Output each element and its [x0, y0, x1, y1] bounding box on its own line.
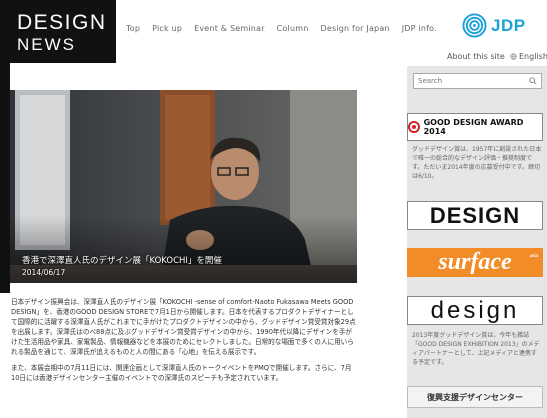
- nav-item-pick-up[interactable]: Pick up: [152, 24, 182, 33]
- language-label: English: [519, 52, 547, 61]
- nav-item-event-seminar[interactable]: Event & Seminar: [194, 24, 265, 33]
- g-mark-icon: [408, 121, 420, 133]
- surface-asia-banner[interactable]: surface asia: [407, 248, 543, 277]
- article-body: 日本デザイン振興会は、深澤直人氏のデザイン展「KOKOCHI -sense of…: [11, 297, 356, 389]
- gda-description: グッドデザイン賞は、1957年に創設された日本で唯一の総合的なデザイン評価・推奨…: [412, 146, 542, 180]
- nav-item-jdp-info[interactable]: JDP info.: [402, 24, 437, 33]
- gda-banner-label: GOOD DESIGN AWARD 2014: [423, 118, 524, 136]
- surface-banner-label: surface: [438, 249, 512, 275]
- fukko-banner-label: 復興支援デザインセンター: [427, 392, 523, 402]
- language-switch[interactable]: English: [510, 52, 547, 61]
- search-icon[interactable]: [529, 77, 537, 85]
- design-magazine-banner[interactable]: DESIGN: [407, 201, 543, 230]
- good-design-award-banner[interactable]: GOOD DESIGN AWARD 2014: [407, 113, 543, 141]
- jdp-logo-text: JDP: [491, 15, 526, 35]
- top-navigation: Top Pick up Event & Seminar Column Desig…: [126, 24, 437, 33]
- article-paragraph: また、本展会期中の7月11日には、関連企画として深澤直人氏のトークイベントをPM…: [11, 364, 352, 382]
- surface-tag: asia: [529, 254, 538, 259]
- about-this-site-link[interactable]: About this site: [447, 52, 505, 61]
- site-logo[interactable]: DESIGN NEWS: [0, 0, 116, 63]
- reconstruction-support-banner[interactable]: 復興支援デザインセンター: [407, 386, 543, 408]
- left-accent-strip: [0, 63, 10, 293]
- jdp-logo[interactable]: JDP: [462, 13, 526, 38]
- nav-item-column[interactable]: Column: [277, 24, 309, 33]
- article-paragraph: 日本デザイン振興会は、深澤直人氏のデザイン展「KOKOCHI -sense of…: [11, 298, 356, 356]
- nav-item-top[interactable]: Top: [126, 24, 140, 33]
- search-box: [413, 73, 542, 89]
- design2-banner-label: design: [430, 296, 520, 324]
- design-media-banner[interactable]: design: [407, 296, 543, 325]
- jdp-spiral-icon: [462, 13, 487, 38]
- design-banner-label: DESIGN: [429, 202, 521, 228]
- logo-title-line2: NEWS: [17, 35, 76, 54]
- nav-item-design-for-japan[interactable]: Design for Japan: [320, 24, 389, 33]
- media-partner-description: 2013年度グッドデザイン賞は、今年も雑誌「GOOD DESIGN EXHIBI…: [412, 332, 540, 366]
- hero-date: 2014/06/17: [22, 268, 66, 277]
- globe-icon: [510, 53, 517, 60]
- search-input[interactable]: [418, 77, 528, 85]
- logo-title-line1: DESIGN: [17, 11, 107, 34]
- hero-title[interactable]: 香港で深澤直人氏のデザイン展「KOKOCHI」を開催: [22, 254, 222, 266]
